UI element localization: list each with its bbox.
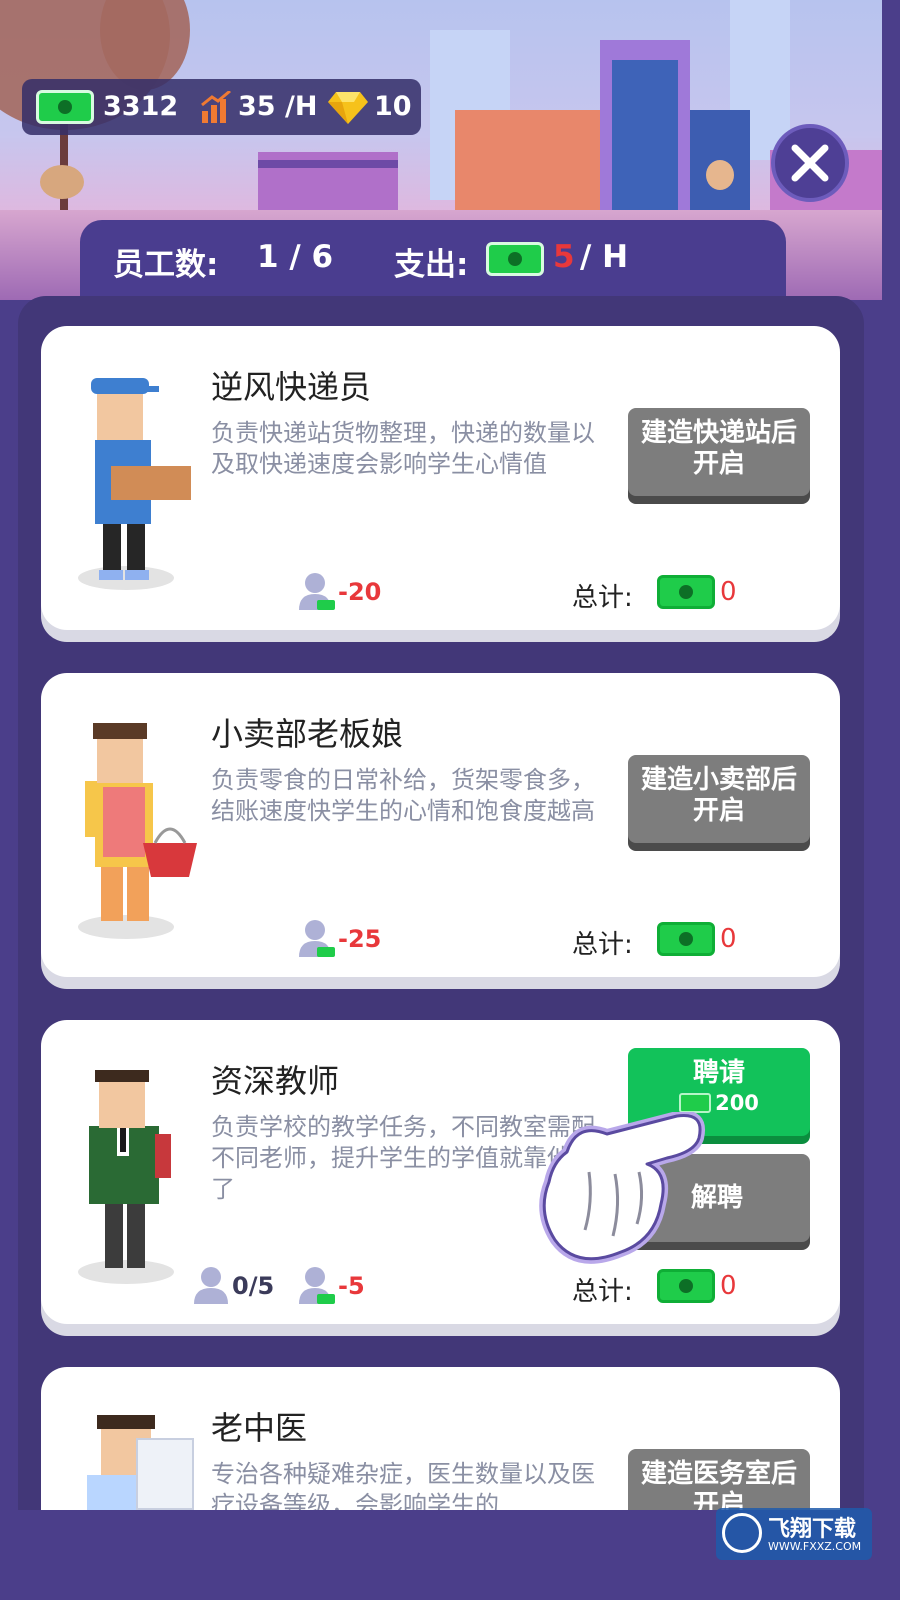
cash-icon — [657, 575, 715, 609]
staff-count-icon — [194, 1267, 228, 1304]
watermark-logo-icon — [722, 1513, 762, 1553]
staff-name: 逆风快递员 — [211, 368, 372, 406]
watermark-url: WWW.FXXZ.COM — [768, 1540, 862, 1553]
staff-name: 老中医 — [211, 1409, 308, 1447]
cash-icon — [486, 242, 544, 276]
income-rate: 35 /H — [238, 91, 318, 122]
locked-build-shop-button[interactable]: 建造小卖部后 开启 — [628, 755, 810, 843]
cash-amount: 3312 — [103, 91, 179, 122]
staff-card-old-doctor: 老中医 专治各种疑难杂症，医生数量以及医疗设备等级，会影响学生的 建造医务室后 … — [41, 1367, 840, 1510]
staff-count-label: 员工数: — [113, 247, 219, 283]
button-label: 开启 — [692, 1490, 745, 1510]
building-stripe — [258, 160, 398, 168]
doctor-character — [87, 1415, 194, 1510]
resource-bar: 3312 35 /H 10 — [22, 79, 421, 135]
total-value: 0 — [720, 924, 737, 954]
watermark-title: 飞翔下载 — [768, 1517, 857, 1542]
cash-icon — [36, 90, 94, 124]
total-value: 0 — [720, 1271, 737, 1301]
staff-card-courier: 逆风快递员 负责快递站货物整理，快递的数量以及取快递速度会影响学生心情值 建造快… — [41, 326, 840, 630]
staff-description: 专治各种疑难杂症，医生数量以及医疗设备等级，会影响学生的 — [211, 1460, 595, 1510]
teacher-character — [78, 1070, 174, 1284]
salary-cost: -5 — [338, 1272, 365, 1300]
tree-foliage — [706, 160, 734, 190]
site-watermark: 飞翔下载 WWW.FXXZ.COM — [716, 1508, 872, 1560]
building-windows — [612, 60, 678, 210]
total-label: 总计: — [572, 930, 633, 960]
tree-foliage — [40, 165, 84, 199]
salary-cost-icon — [299, 920, 335, 957]
cash-icon — [657, 922, 715, 956]
button-label: 建造快递站后 — [640, 418, 797, 448]
shop-owner-character — [78, 723, 197, 939]
expense-unit: / H — [580, 239, 629, 275]
staff-count: 0/5 — [232, 1272, 275, 1300]
staff-name: 小卖部老板娘 — [211, 715, 404, 753]
staff-name: 资深教师 — [211, 1062, 340, 1100]
staff-list-panel: 逆风快递员 负责快递站货物整理，快递的数量以及取快递速度会影响学生心情值 建造快… — [18, 296, 864, 1510]
salary-cost: -25 — [338, 925, 382, 953]
cash-icon — [679, 1093, 712, 1113]
gem-icon — [328, 92, 368, 124]
staff-description: 负责零食的日常补给，货架零食多，结账速度快学生的心情和饱食度越高 — [211, 766, 595, 825]
button-label: 开启 — [692, 796, 745, 826]
close-icon — [791, 144, 829, 182]
locked-build-clinic-button[interactable]: 建造医务室后 开启 — [628, 1449, 810, 1510]
locked-build-courier-station-button[interactable]: 建造快递站后 开启 — [628, 408, 810, 496]
button-label: 开启 — [692, 449, 745, 479]
button-label: 建造医务室后 — [640, 1459, 797, 1489]
button-label: 聘请 — [692, 1058, 745, 1088]
staff-count-value: 1 / 6 — [257, 239, 334, 275]
staff-card-shop-owner: 小卖部老板娘 负责零食的日常补给，货架零食多，结账速度快学生的心情和饱食度越高 … — [41, 673, 840, 977]
courier-character — [78, 378, 191, 590]
staff-description: 负责快递站货物整理，快递的数量以及取快递速度会影响学生心情值 — [211, 419, 595, 478]
salary-cost: -20 — [338, 578, 382, 606]
gem-amount: 10 — [374, 91, 412, 122]
staff-card-senior-teacher: 资深教师 负责学校的教学任务，不同教室需配不同老师，提升学生的学值就靠他们了 聘… — [41, 1020, 840, 1324]
tutorial-hand-pointer-icon — [539, 1112, 705, 1264]
salary-cost-icon — [299, 1267, 335, 1304]
total-label: 总计: — [572, 583, 633, 613]
salary-cost-icon — [299, 573, 335, 610]
button-label: 建造小卖部后 — [640, 765, 797, 795]
cash-icon — [657, 1269, 715, 1303]
total-label: 总计: — [572, 1277, 633, 1307]
hire-price: 200 — [715, 1091, 759, 1115]
total-value: 0 — [720, 577, 737, 607]
expense-label: 支出: — [394, 247, 469, 283]
expense-amount: 5 — [553, 239, 575, 275]
close-button[interactable] — [771, 124, 849, 202]
income-chart-icon — [201, 91, 231, 123]
